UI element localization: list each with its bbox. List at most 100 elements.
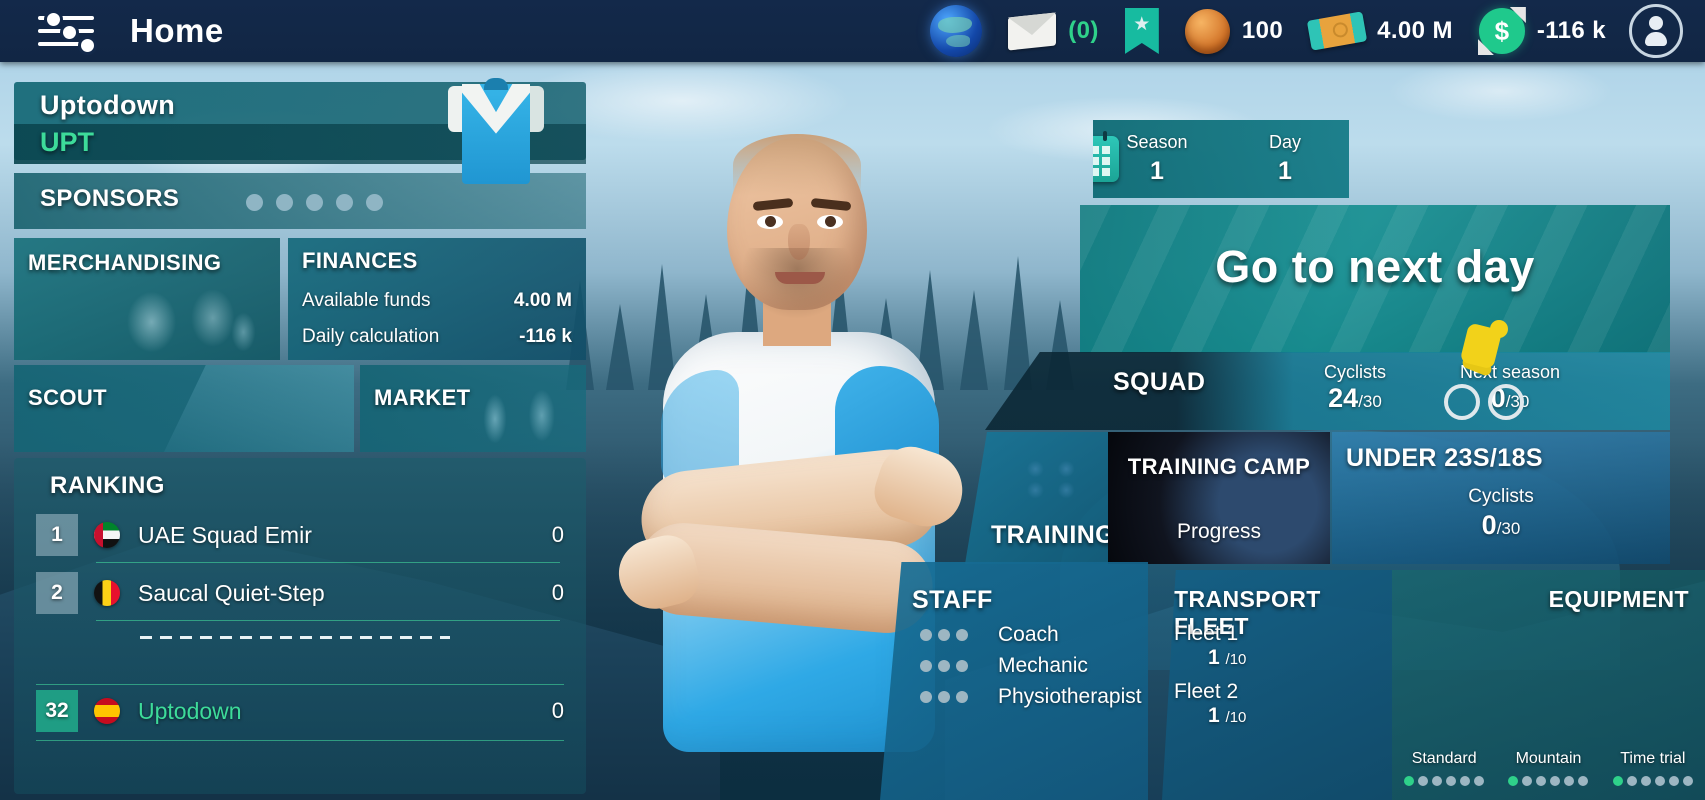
under23-cyclists-label: Cyclists <box>1468 486 1534 507</box>
balance-indicator[interactable]: $ -116 k <box>1466 0 1619 62</box>
flag-icon-es <box>94 698 120 724</box>
market-panel[interactable]: MARKET <box>360 365 586 452</box>
equipment-category-name: Standard <box>1411 750 1477 767</box>
under23-cyclists-value: 0 <box>1481 510 1497 540</box>
fleet-item[interactable]: Fleet 1 1 /10 <box>1174 622 1246 670</box>
table-row[interactable]: 1 UAE Squad Emir 0 <box>36 512 564 558</box>
fleet-max: /10 <box>1225 651 1247 668</box>
list-item[interactable]: Coach <box>920 620 1142 649</box>
date-card: Season 1 Day 1 <box>1093 120 1349 198</box>
fleet-max: /10 <box>1225 709 1247 726</box>
divider <box>96 562 560 563</box>
sponsor-slots <box>246 194 383 211</box>
finances-row-funds: Available funds 4.00 M <box>302 290 572 312</box>
team-abbreviation: UPT <box>40 127 94 157</box>
rank-team-name: UAE Squad Emir <box>138 521 312 548</box>
scout-panel[interactable]: SCOUT <box>14 365 354 452</box>
menu-button[interactable] <box>32 3 100 59</box>
finances-row-daily: Daily calculation -116 k <box>302 326 572 348</box>
market-label: MARKET <box>374 385 471 410</box>
scout-label: SCOUT <box>28 385 107 410</box>
globe-icon <box>930 5 983 57</box>
objectives-button[interactable]: ★ <box>1112 0 1172 62</box>
daily-calculation-label: Daily calculation <box>302 326 440 347</box>
fleet-value: 1 <box>1208 704 1220 727</box>
go-to-next-day-label: Go to next day <box>1215 241 1535 292</box>
ranking-panel[interactable]: RANKING 1 UAE Squad Emir 0 2 Saucal Quie… <box>14 458 586 794</box>
equipment-level-dots <box>1496 776 1600 786</box>
banknote-icon <box>1306 11 1368 51</box>
equipment-category-name: Time trial <box>1620 750 1686 767</box>
jersey-icon <box>448 70 544 188</box>
training-camp-status: Progress <box>1176 520 1262 543</box>
divider <box>96 620 560 621</box>
merchandising-label: MERCHANDISING <box>28 250 222 275</box>
fleet-name: Fleet 1 <box>1174 622 1239 645</box>
finances-label: FINANCES <box>302 248 418 273</box>
envelope-icon <box>1008 11 1057 51</box>
finances-panel[interactable]: FINANCES Available funds 4.00 M Daily ca… <box>288 238 586 360</box>
training-label: TRAINING <box>991 521 1116 549</box>
day-value: 1 <box>1278 157 1292 185</box>
cash-indicator[interactable]: 4.00 M <box>1296 0 1466 62</box>
treeline <box>560 60 1080 390</box>
training-camp-label: TRAINING CAMP <box>1127 454 1311 479</box>
squad-label: SQUAD <box>1113 368 1206 396</box>
equipment-panel[interactable]: EQUIPMENT Standard Mountain Time trial <box>1392 570 1705 800</box>
squad-cyclists: Cyclists 24/30 <box>1285 362 1425 414</box>
transport-fleet-panel[interactable]: TRANSPORT FLEET Fleet 1 1 /10 Fleet 2 1 … <box>1162 570 1392 800</box>
ranking-label: RANKING <box>50 472 165 499</box>
training-camp-panel[interactable]: TRAINING CAMP Progress <box>1108 432 1330 564</box>
profile-avatar-icon[interactable] <box>1629 4 1683 58</box>
available-funds-value: 4.00 M <box>513 290 572 311</box>
day-column: Day 1 <box>1221 132 1349 186</box>
merchandising-panel[interactable]: MERCHANDISING <box>14 238 280 360</box>
staff-list: Coach Mechanic Physiotherapist <box>920 620 1142 713</box>
under23-label: UNDER 23S/18S <box>1346 444 1543 472</box>
flag-icon-ae <box>94 522 120 548</box>
page-title: Home <box>130 12 224 49</box>
daily-calculation-value: -116 k <box>519 326 572 347</box>
cyclist-icon <box>1438 318 1534 426</box>
bookmark-star-icon: ★ <box>1124 8 1159 54</box>
staff-rating-pips <box>920 628 982 641</box>
equipment-category-standard[interactable]: Standard <box>1392 750 1496 786</box>
top-bar: Home (0) ★ 100 4.00 M $ -116 k <box>0 0 1705 62</box>
squad-cyclists-value: 24 <box>1328 383 1359 413</box>
rank-points: 0 <box>551 522 564 547</box>
staff-role-name: Physiotherapist <box>998 684 1142 708</box>
go-to-next-day-button[interactable]: Go to next day <box>1080 205 1670 353</box>
divider <box>36 684 564 685</box>
rank-points: 0 <box>551 698 564 723</box>
list-item[interactable]: Physiotherapist <box>920 682 1142 711</box>
table-row-current-team[interactable]: 32 Uptodown 0 <box>36 688 564 734</box>
scout-art <box>164 365 354 452</box>
available-funds-label: Available funds <box>302 290 431 311</box>
fleet-name: Fleet 2 <box>1174 680 1239 703</box>
rank-position: 1 <box>36 514 78 556</box>
rank-team-name: Uptodown <box>138 697 242 724</box>
balance-value: -116 k <box>1536 17 1606 44</box>
rank-position: 32 <box>36 690 78 732</box>
squad-cyclists-max: /30 <box>1358 392 1382 411</box>
divider <box>36 740 564 741</box>
under23-panel[interactable]: UNDER 23S/18S Cyclists 0/30 <box>1332 432 1670 564</box>
world-button[interactable] <box>917 0 995 62</box>
status-bar: (0) ★ 100 4.00 M $ -116 k <box>917 0 1705 62</box>
equipment-category-name: Mountain <box>1515 750 1582 767</box>
mail-count: (0) <box>1068 17 1099 44</box>
table-row[interactable]: 2 Saucal Quiet-Step 0 <box>36 570 564 616</box>
rank-position: 2 <box>36 572 78 614</box>
fleet-item[interactable]: Fleet 2 1 /10 <box>1174 680 1246 728</box>
equipment-category-mountain[interactable]: Mountain <box>1496 750 1600 786</box>
equipment-category-time-trial[interactable]: Time trial <box>1601 750 1705 786</box>
mail-button[interactable]: (0) <box>995 0 1112 62</box>
list-item[interactable]: Mechanic <box>920 651 1142 680</box>
squad-panel[interactable]: SQUAD Cyclists 24/30 Next season 0/30 <box>985 352 1670 430</box>
equipment-level-dots <box>1392 776 1496 786</box>
under23-cyclists-max: /30 <box>1496 519 1521 538</box>
staff-panel[interactable]: STAFF Coach Mechanic Physiotherapist <box>880 562 1148 800</box>
sponsors-label: SPONSORS <box>40 185 180 212</box>
rank-team-name: Saucal Quiet-Step <box>138 579 325 606</box>
coins-indicator[interactable]: 100 <box>1172 0 1296 62</box>
